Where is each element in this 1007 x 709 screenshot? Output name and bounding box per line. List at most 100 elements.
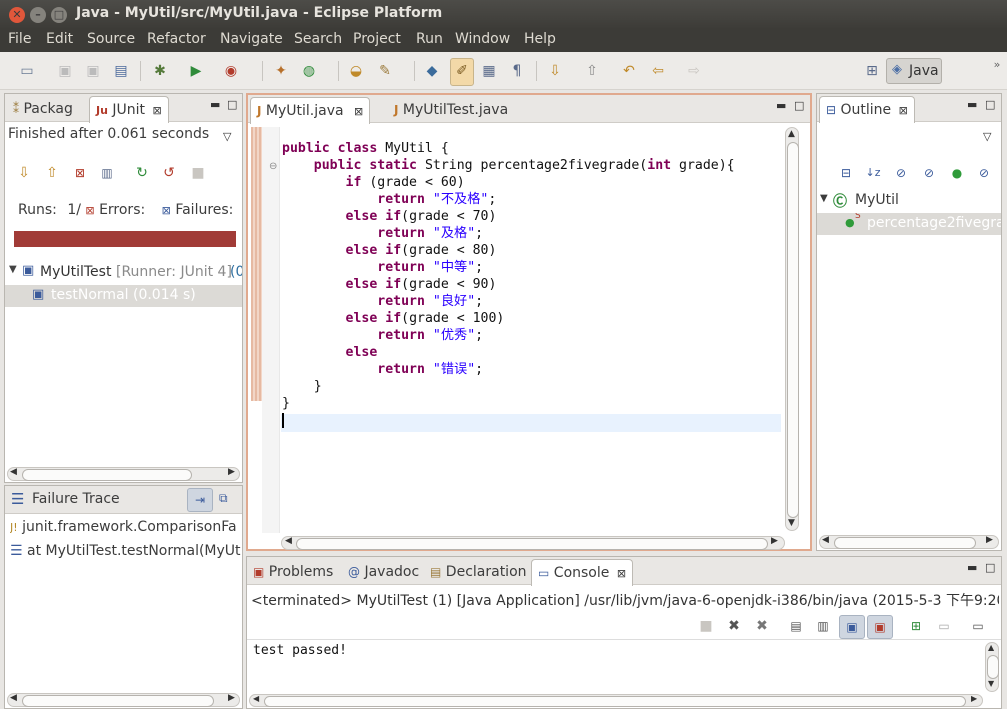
tree-row-test-method[interactable]: ▣ testNormal (0.014 s) (5, 285, 242, 307)
compare-icon[interactable]: ⧉ (219, 491, 228, 506)
maximize-icon[interactable]: □ (985, 561, 995, 574)
scrollbar-thumb[interactable] (987, 655, 999, 679)
external-tools-icon[interactable]: ◉ (222, 62, 240, 80)
expand-arrow-icon[interactable]: ▼ (820, 193, 828, 204)
scrollbar-thumb[interactable] (834, 537, 976, 549)
trace-line-1[interactable]: J! junit.framework.ComparisonFa (10, 519, 242, 535)
scrollbar-thumb[interactable] (264, 696, 966, 707)
close-icon[interactable]: ⊠ (354, 105, 363, 118)
print-icon[interactable]: ▤ (112, 62, 130, 80)
block-select-icon[interactable]: ▦ (480, 62, 498, 80)
scroll-up-icon[interactable]: ▲ (988, 643, 994, 652)
editor-vertical-scrollbar[interactable]: ▲ ▼ (785, 127, 799, 531)
menu-run[interactable]: Run (416, 31, 443, 47)
tree-row-test-class[interactable]: ▼ ▣ MyUtilTest [Runner: JUnit 4] (0 (5, 262, 242, 284)
menu-window[interactable]: Window (455, 31, 510, 47)
scroll-left-icon[interactable]: ◀ (10, 693, 17, 703)
scroll-right-icon[interactable]: ▶ (228, 467, 235, 477)
debug-icon[interactable]: ✱ (151, 62, 169, 80)
view-menu-chevron-icon[interactable]: ▽ (983, 130, 991, 143)
toggle-mark-icon[interactable]: ◆ (423, 62, 441, 80)
toolbar-overflow-icon[interactable]: » (988, 56, 1006, 74)
save-all-icon[interactable]: ▣ (84, 62, 102, 80)
menu-navigate[interactable]: Navigate (220, 31, 283, 47)
prev-failure-icon[interactable]: ⇧ (43, 164, 61, 182)
scroll-left-icon[interactable]: ◀ (10, 467, 17, 477)
console-vertical-scrollbar[interactable]: ▲ ▼ (985, 642, 999, 692)
new-icon[interactable]: ▭ (18, 62, 36, 80)
next-annotation-icon[interactable]: ⇩ (546, 62, 564, 80)
maximize-icon[interactable]: □ (794, 99, 804, 112)
scroll-right-icon[interactable]: ▶ (971, 694, 977, 703)
outline-item-class[interactable]: ▼ Ⓒ MyUtil (817, 190, 1001, 212)
minimize-icon[interactable]: ▬ (776, 99, 786, 112)
collapse-all-icon[interactable]: ⊟ (837, 164, 855, 182)
rerun-icon[interactable]: ↻ (133, 164, 151, 182)
hide-static-icon[interactable]: ⊘ (920, 164, 938, 182)
open-console-icon[interactable]: ▭ (969, 617, 987, 635)
editor-horizontal-scrollbar[interactable]: ◀ ▶ (281, 536, 785, 550)
expand-arrow-icon[interactable]: ▼ (9, 264, 17, 275)
scroll-up-icon[interactable]: ▲ (788, 129, 795, 139)
scroll-right-icon[interactable]: ▶ (986, 535, 993, 545)
tab-myutiltest-java[interactable]: J MyUtilTest.java (388, 97, 514, 123)
maximize-icon[interactable]: □ (985, 98, 995, 111)
display-console-icon[interactable]: ▭ (935, 617, 953, 635)
scrollbar-thumb[interactable] (787, 142, 799, 518)
run-icon[interactable]: ▶ (187, 62, 205, 80)
prev-annotation-icon[interactable]: ⇧ (583, 62, 601, 80)
outline-item-method[interactable]: ● S percentage2fivegrade (817, 213, 1001, 235)
remove-all-launches-icon[interactable]: ✖ (753, 617, 771, 635)
rerun-failed-icon[interactable]: ↺ (160, 164, 178, 182)
console-output-area[interactable]: test passed! ▲ ▼ ◀ ▶ (247, 639, 1001, 708)
whitespace-icon[interactable]: ¶ (508, 62, 526, 80)
scrollbar-thumb[interactable] (296, 538, 768, 550)
close-icon[interactable]: ⊠ (152, 104, 161, 117)
view-menu-chevron-icon[interactable]: ▽ (223, 130, 231, 143)
junit-horizontal-scrollbar[interactable]: ◀ ▶ (7, 467, 240, 481)
fold-icon[interactable]: ⊖ (269, 161, 277, 172)
menu-file[interactable]: File (8, 31, 31, 47)
scroll-right-icon[interactable]: ▶ (228, 693, 235, 703)
console-horizontal-scrollbar[interactable]: ◀ ▶ (249, 694, 983, 707)
code-content[interactable]: public class MyUtil { public static Stri… (282, 140, 735, 429)
back-icon[interactable]: ⇦ (649, 62, 667, 80)
pin-console-icon[interactable]: ⊞ (907, 617, 925, 635)
terminate-icon[interactable]: ■ (697, 617, 715, 635)
new-class-icon[interactable]: ◍ (300, 62, 318, 80)
menu-source[interactable]: Source (87, 31, 135, 47)
hide-local-types-icon[interactable]: ⊘ (975, 164, 993, 182)
close-window-button[interactable]: ✕ (9, 7, 25, 23)
scrollbar-thumb[interactable] (22, 469, 192, 481)
show-on-stderr-icon[interactable]: ▣ (867, 615, 893, 639)
clear-console-icon[interactable]: ▤ (787, 617, 805, 635)
tab-junit[interactable]: Ju JUnit ⊠ (89, 96, 169, 123)
hide-fields-icon[interactable]: ⊘ (892, 164, 910, 182)
menu-refactor[interactable]: Refactor (147, 31, 206, 47)
filter-stack-icon[interactable]: ⇥ (187, 488, 213, 512)
tab-outline[interactable]: ⊟ Outline ⊠ (819, 96, 915, 123)
tab-javadoc[interactable]: @ Javadoc (342, 559, 425, 585)
scroll-down-icon[interactable]: ▼ (988, 679, 994, 688)
close-icon[interactable]: ⊠ (899, 104, 908, 117)
tab-myutil-java[interactable]: J MyUtil.java ⊠ (250, 97, 371, 124)
scrollbar-thumb[interactable] (22, 695, 214, 707)
show-on-stdout-icon[interactable]: ▣ (839, 615, 865, 639)
toggle-highlight-icon[interactable]: ✐ (450, 58, 474, 86)
last-edit-icon[interactable]: ↶ (620, 62, 638, 80)
maximize-window-button[interactable]: □ (51, 7, 67, 23)
tab-declaration[interactable]: ▤ Declaration (424, 559, 533, 585)
scroll-left-icon[interactable]: ◀ (253, 694, 259, 703)
tab-problems[interactable]: ▣ Problems (247, 559, 339, 585)
minimize-icon[interactable]: ▬ (967, 561, 977, 574)
scroll-lock-icon[interactable]: ▥ (814, 617, 832, 635)
trace-horizontal-scrollbar[interactable]: ◀ ▶ (7, 693, 240, 707)
open-type-icon[interactable]: ◒ (347, 62, 365, 80)
minimize-icon[interactable]: ▬ (967, 98, 977, 111)
save-icon[interactable]: ▣ (56, 62, 74, 80)
open-perspective-icon[interactable]: ⊞ (863, 62, 881, 80)
tab-package-explorer[interactable]: ⁑ Packag (7, 96, 79, 122)
scroll-left-icon[interactable]: ◀ (822, 535, 829, 545)
search-icon[interactable]: ✎ (376, 62, 394, 80)
menu-help[interactable]: Help (524, 31, 556, 47)
